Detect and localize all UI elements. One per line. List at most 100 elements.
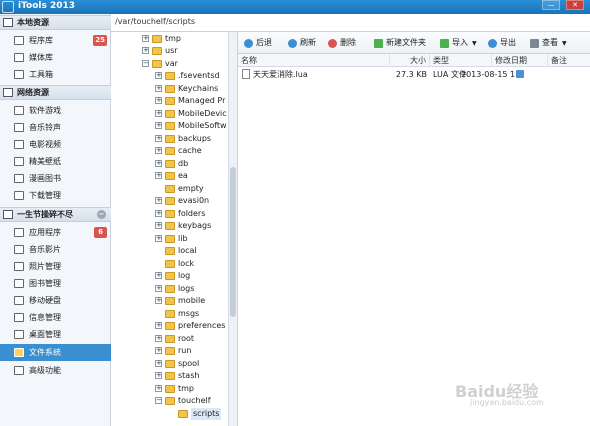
sidebar-item-desktop[interactable]: 桌面管理	[0, 326, 111, 343]
folder-icon	[178, 410, 188, 418]
refresh-button[interactable]: 刷新	[288, 37, 316, 49]
folder-icon	[165, 285, 175, 293]
count-badge: 25	[93, 35, 107, 46]
sidebar-item-app-library[interactable]: 程序库 25	[0, 32, 111, 49]
new-folder-icon	[374, 39, 383, 48]
sidebar-item-software-games[interactable]: 软件游戏	[0, 102, 111, 119]
sidebar-item-file-system[interactable]: 文件系统	[0, 344, 111, 361]
sidebar-item-messages[interactable]: 信息管理	[0, 309, 111, 326]
folder-icon	[165, 97, 175, 105]
minimize-button[interactable]: —	[542, 0, 560, 10]
folder-icon	[165, 297, 175, 305]
music-icon	[14, 123, 24, 132]
download-icon[interactable]	[516, 70, 524, 78]
scrollbar-thumb[interactable]	[230, 167, 236, 317]
folder-icon	[165, 397, 175, 405]
close-button[interactable]: ✕	[566, 0, 584, 10]
toolbar: 后退 刷新 删除 新建文件夹 导入 ▼ 导出 查看 ▼	[238, 32, 590, 54]
import-button[interactable]: 导入 ▼	[440, 37, 477, 49]
sidebar-item-movies[interactable]: 电影视频	[0, 136, 111, 153]
folder-icon	[165, 272, 175, 280]
folder-icon	[165, 197, 175, 205]
usb-icon	[14, 296, 24, 305]
collapse-icon[interactable]: −	[97, 210, 106, 219]
folder-icon	[165, 235, 175, 243]
file-icon	[242, 69, 250, 79]
current-path: /var/touchelf/scripts	[115, 17, 196, 26]
sidebar-group-device[interactable]: 一生节操碎不尽 −	[0, 207, 111, 222]
sidebar-item-toolbox[interactable]: 工具箱	[0, 66, 111, 83]
folder-icon	[165, 310, 175, 318]
folder-icon	[165, 222, 175, 230]
download-icon	[14, 191, 24, 200]
folder-icon	[152, 47, 162, 55]
file-row[interactable]: 天天爱消除.lua 27.3 KB LUA 文件 2013-08-15 1	[238, 68, 590, 81]
import-icon	[440, 39, 449, 48]
sidebar-item-books[interactable]: 图书管理	[0, 275, 111, 292]
sidebar-group-local[interactable]: 本地资源	[0, 15, 111, 30]
folder-icon	[165, 247, 175, 255]
new-folder-button[interactable]: 新建文件夹	[374, 37, 426, 49]
back-button[interactable]: 后退	[244, 37, 272, 49]
folder-icon	[165, 260, 175, 268]
folder-icon	[165, 85, 175, 93]
globe-icon	[3, 88, 13, 97]
sidebar-group-network[interactable]: 网络资源	[0, 85, 111, 100]
folder-tree: + tmp + usr − var + .fseventsd + Keychains + M…	[111, 32, 238, 426]
column-modified[interactable]: 修改日期	[492, 54, 548, 67]
apps-icon	[14, 228, 24, 237]
sidebar-item-media-library[interactable]: 媒体库	[0, 49, 111, 66]
sidebar-item-comics[interactable]: 漫画图书	[0, 170, 111, 187]
sidebar-item-usb-drive[interactable]: 移动硬盘	[0, 292, 111, 309]
folder-icon	[165, 172, 175, 180]
desktop-icon	[14, 330, 24, 339]
folder-icon	[165, 210, 175, 218]
chevron-down-icon: ▼	[472, 40, 477, 47]
sidebar-item-music-movies[interactable]: 音乐影片	[0, 241, 111, 258]
folder-icon	[165, 185, 175, 193]
sidebar-item-music-ringtones[interactable]: 音乐铃声	[0, 119, 111, 136]
grid-icon	[14, 36, 24, 45]
folder-icon	[165, 122, 175, 130]
column-size[interactable]: 大小	[390, 54, 430, 67]
folder-icon	[165, 322, 175, 330]
music-icon	[14, 245, 24, 254]
tree-scrollbar[interactable]	[228, 32, 237, 426]
column-note[interactable]: 备注	[548, 54, 590, 67]
folder-icon	[165, 335, 175, 343]
delete-button[interactable]: 删除	[328, 37, 356, 49]
sidebar: 本地资源 程序库 25 媒体库 工具箱 网络资源 软件游戏 音乐铃声 电影视频 …	[0, 14, 111, 426]
refresh-icon	[288, 39, 297, 48]
photo-icon	[14, 262, 24, 271]
folder-icon	[165, 72, 175, 80]
message-icon	[14, 313, 24, 322]
view-button[interactable]: 查看 ▼	[530, 37, 567, 49]
delete-icon	[328, 39, 337, 48]
column-name[interactable]: 名称	[238, 54, 390, 67]
folder-icon	[152, 35, 162, 43]
folder-icon	[165, 372, 175, 380]
column-type[interactable]: 类型	[430, 54, 492, 67]
title-bar: iTools 2013 — ✕	[0, 0, 590, 14]
path-bar[interactable]: /var/touchelf/scripts	[111, 14, 590, 32]
sidebar-item-applications[interactable]: 应用程序 6	[0, 224, 111, 241]
sidebar-item-photos[interactable]: 照片管理	[0, 258, 111, 275]
book-icon	[14, 174, 24, 183]
column-header: 名称 大小 类型 修改日期 备注	[238, 54, 590, 67]
folder-icon	[165, 360, 175, 368]
count-badge: 6	[94, 227, 107, 238]
sidebar-item-downloads[interactable]: 下载管理	[0, 187, 111, 204]
watermark-url: jingyan.baidu.com	[470, 398, 544, 407]
sidebar-item-wallpapers[interactable]: 精美壁纸	[0, 153, 111, 170]
folder-icon	[14, 348, 24, 357]
sidebar-item-advanced[interactable]: 高级功能	[0, 362, 111, 379]
app-logo	[2, 1, 14, 13]
back-arrow-icon	[244, 39, 253, 48]
view-icon	[530, 39, 539, 48]
export-button[interactable]: 导出	[488, 37, 516, 49]
apps-icon	[14, 106, 24, 115]
folder-icon	[165, 147, 175, 155]
folder-icon	[165, 160, 175, 168]
file-list: 名称 大小 类型 修改日期 备注 天天爱消除.lua 27.3 KB LUA 文…	[238, 54, 590, 426]
file-size: 27.3 KB	[395, 70, 427, 79]
